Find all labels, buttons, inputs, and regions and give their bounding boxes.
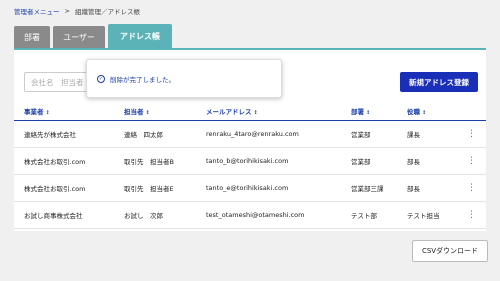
tab-bar: 部署 ユーザー アドレス帳 [14,24,172,48]
column-header-email[interactable]: メールアドレス ↕ [196,102,341,121]
cell-person: 連絡 四太郎 [114,120,196,148]
new-address-button[interactable]: 新規アドレス登録 [400,72,478,92]
tab-user[interactable]: ユーザー [53,26,105,48]
cell-company: お試し商事株式会社 [14,201,114,229]
cell-email: test_otameshi@otameshi.com [196,201,341,229]
toast-message: 削除が完了しました。 [110,75,175,84]
address-table: 事業者 ↕ 担当者 ↕ メールアドレス ↕ 部署 ↕ 役職 ↕ 連絡先が株式会社 連絡 四… [14,102,486,229]
check-circle-icon: ✓ [97,74,105,83]
tab-address-book[interactable]: アドレス帳 [108,24,172,48]
row-menu-icon[interactable]: ⋮ [457,201,486,229]
search-input[interactable]: 会社名 担当者 [24,72,94,92]
cell-title: 部長 [397,147,457,175]
sort-icon: ↕ [366,109,371,116]
column-header-dept[interactable]: 部署 ↕ [341,102,397,121]
sort-icon: ↕ [145,109,150,116]
breadcrumb-admin-menu[interactable]: 管理者メニュー [14,6,60,16]
cell-title: 課長 [397,120,457,148]
column-header-actions [457,102,486,121]
column-header-company[interactable]: 事業者 ↕ [14,102,114,121]
cell-email: tanto_b@torihikisaki.com [196,147,341,175]
cell-dept: テスト部 [341,201,397,229]
cell-dept: 営業部 [341,147,397,175]
cell-person: お試し 次郎 [114,201,196,229]
row-menu-icon[interactable]: ⋮ [457,120,486,148]
cell-dept: 営業部三課 [341,174,397,202]
sort-icon: ↕ [253,109,258,116]
breadcrumb-separator: > [64,7,70,15]
sort-icon: ↕ [422,109,427,116]
breadcrumb: 管理者メニュー > 組織管理／アドレス帳 [14,6,140,16]
table-row[interactable]: 株式会社お取引.com 取引先 担当者B tanto_b@torihikisak… [14,147,486,175]
csv-download-button[interactable]: CSVダウンロード [412,240,488,262]
tab-department[interactable]: 部署 [14,26,50,48]
row-menu-icon[interactable]: ⋮ [457,174,486,202]
cell-email: tanto_e@torihikisaki.com [196,174,341,202]
table-header-row: 事業者 ↕ 担当者 ↕ メールアドレス ↕ 部署 ↕ 役職 ↕ [14,102,486,121]
column-header-title[interactable]: 役職 ↕ [397,102,457,121]
table-row[interactable]: 連絡先が株式会社 連絡 四太郎 renraku_4taro@renraku.co… [14,120,486,148]
sort-icon: ↕ [45,109,50,116]
cell-title: テスト担当 [397,201,457,229]
table-row[interactable]: お試し商事株式会社 お試し 次郎 test_otameshi@otameshi.… [14,201,486,229]
cell-company: 株式会社お取引.com [14,147,114,175]
table-row[interactable]: 株式会社お取引.com 取引先 担当者E tanto_e@torihikisak… [14,174,486,202]
breadcrumb-current: 組織管理／アドレス帳 [74,8,140,16]
cell-title: 部長 [397,174,457,202]
cell-dept: 営業部 [341,120,397,148]
row-menu-icon[interactable]: ⋮ [457,147,486,175]
cell-email: renraku_4taro@renraku.com [196,120,341,148]
cell-company: 連絡先が株式会社 [14,120,114,148]
cell-company: 株式会社お取引.com [14,174,114,202]
cell-person: 取引先 担当者E [114,174,196,202]
success-toast: ✓ 削除が完了しました。 [86,59,282,98]
column-header-person[interactable]: 担当者 ↕ [114,102,196,121]
cell-person: 取引先 担当者B [114,147,196,175]
